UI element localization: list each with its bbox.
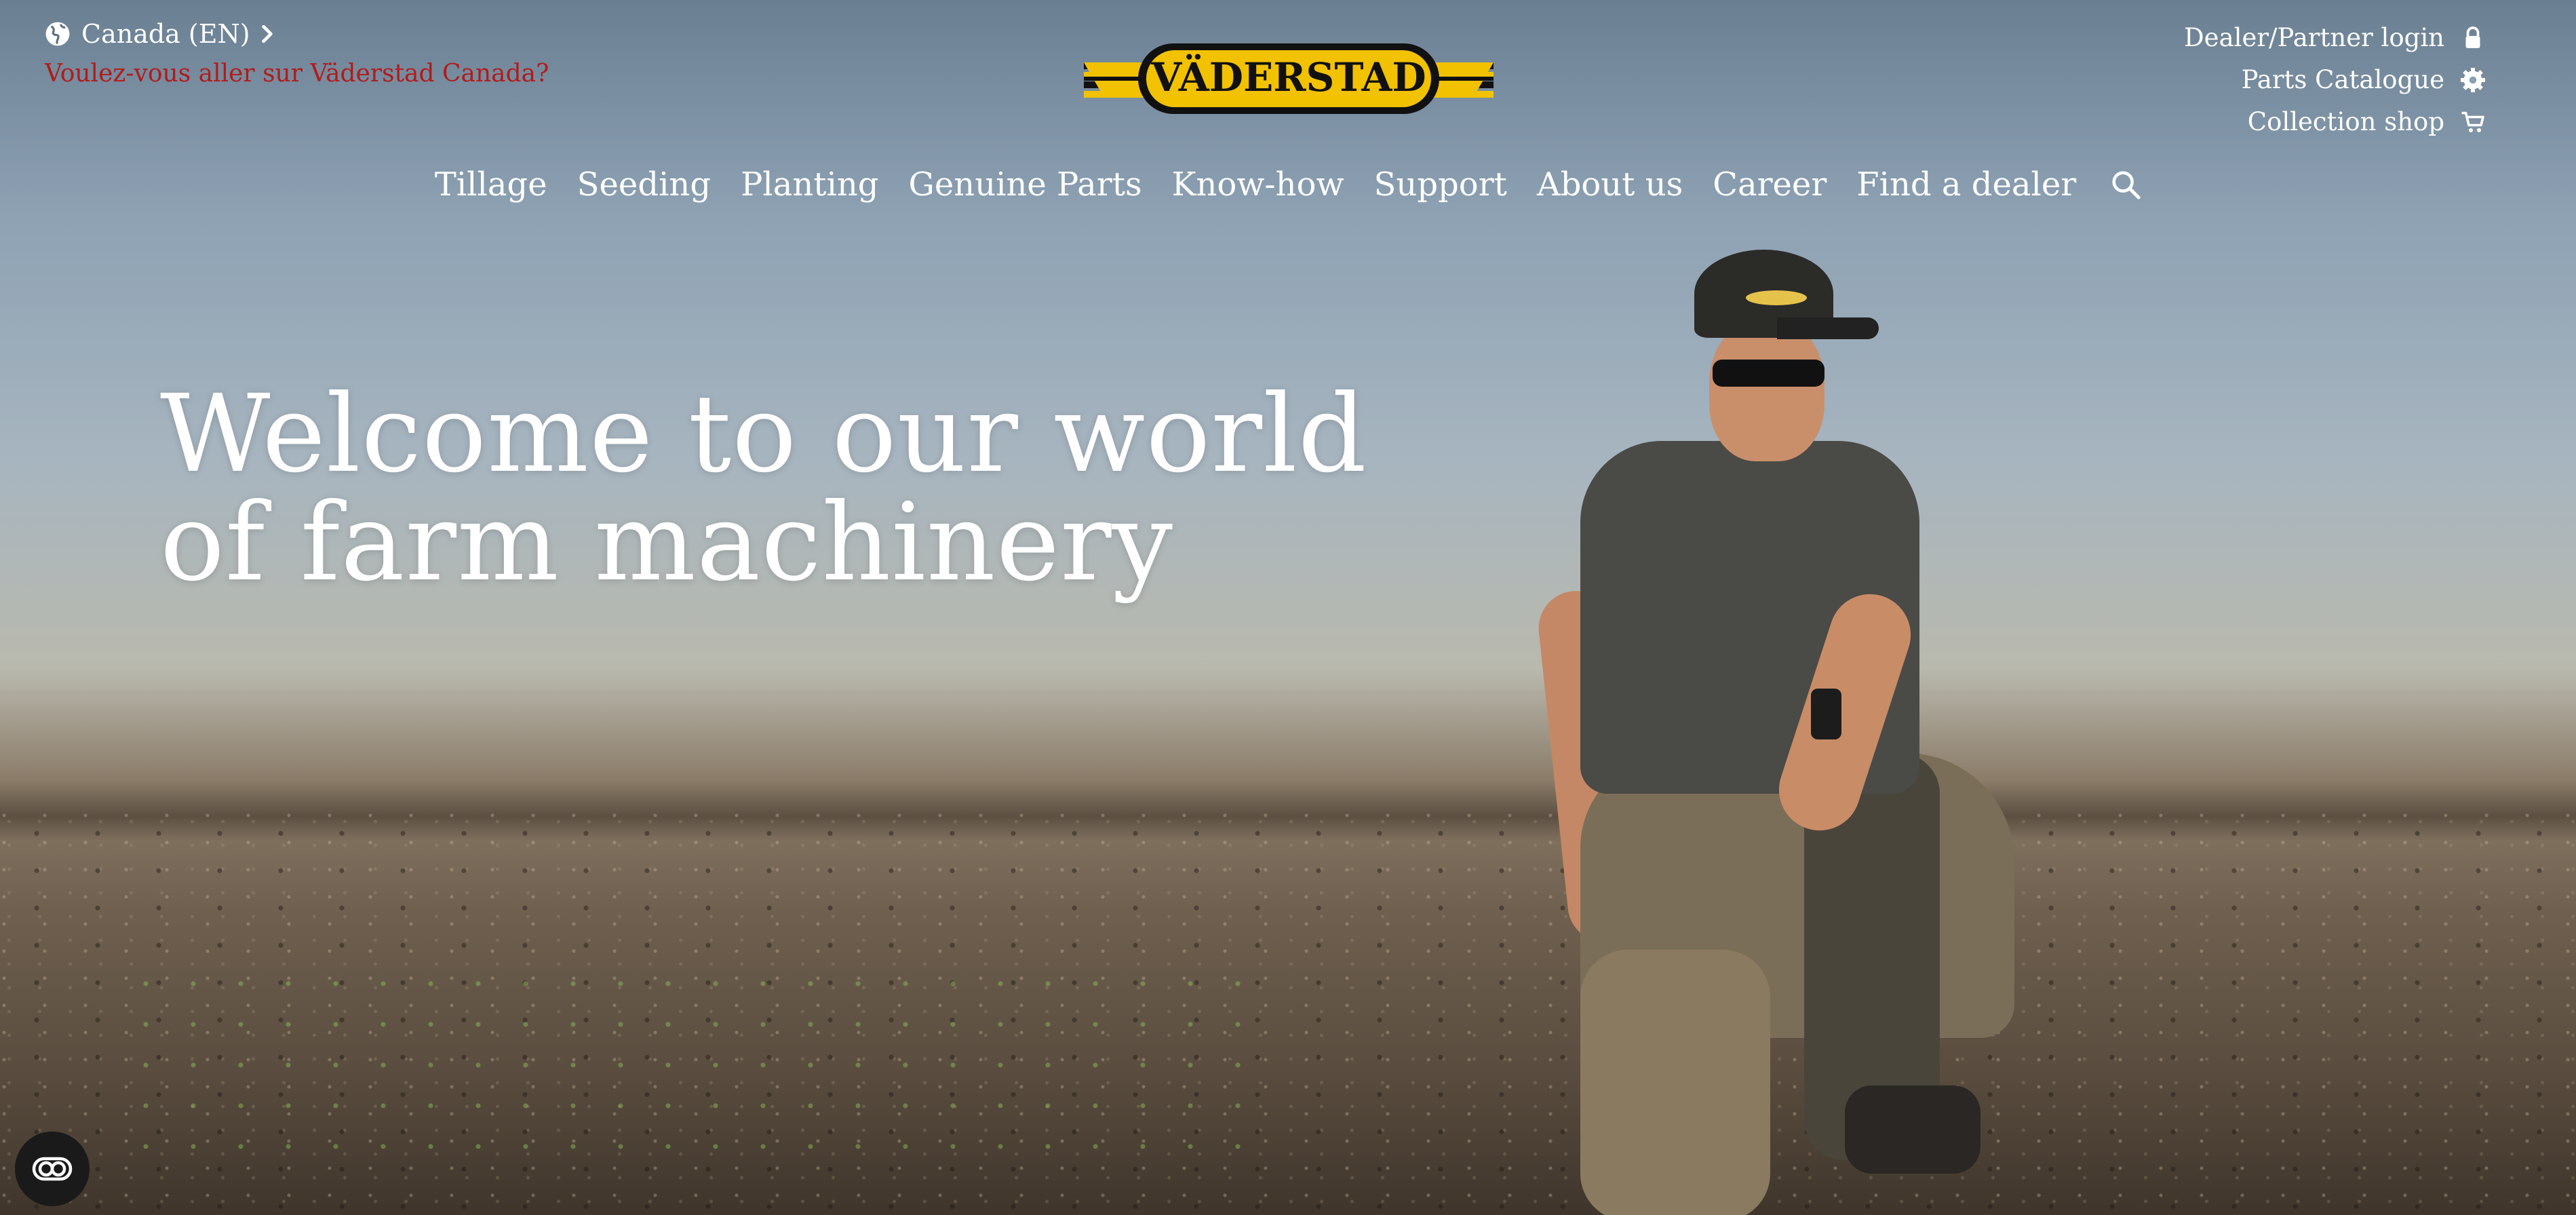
cart-icon (2461, 111, 2484, 132)
farmer-photo (1479, 237, 2075, 1215)
farmer-boot (1845, 1085, 1980, 1174)
parts-catalogue-link[interactable]: Parts Catalogue (2242, 65, 2485, 94)
logo-text: VÄDERSTAD (1150, 54, 1426, 100)
farmer-cap-brim (1777, 317, 1879, 339)
nav-item-career[interactable]: Career (1713, 166, 1827, 204)
dealer-login-label: Dealer/Partner login (2184, 23, 2444, 52)
nav-item-planting[interactable]: Planting (741, 166, 878, 204)
vaderstad-logo[interactable]: VÄDERSTAD (1084, 42, 1494, 115)
farmer-leg (1580, 950, 1770, 1215)
nav-item-seeding[interactable]: Seeding (577, 166, 711, 204)
hero-headline-line-1: Welcome to our world (160, 372, 1367, 497)
globe-icon (45, 22, 70, 46)
locale-selector[interactable]: Canada (EN) (45, 19, 273, 49)
cookie-settings-button[interactable] (15, 1132, 90, 1206)
gear-icon (2461, 67, 2485, 92)
locale-label: Canada (EN) (81, 19, 250, 49)
farmer-cap-logo (1746, 290, 1807, 305)
crop-sprouts (122, 963, 1275, 1167)
dealer-login-link[interactable]: Dealer/Partner login (2184, 23, 2485, 52)
nav-item-about-us[interactable]: About us (1537, 166, 1683, 204)
chevron-right-icon (261, 24, 273, 43)
farmer-watch (1811, 689, 1841, 739)
nav-item-tillage[interactable]: Tillage (435, 166, 547, 204)
cookie-settings-icon (32, 1157, 73, 1181)
farmer-head (1709, 319, 1824, 461)
search-icon[interactable] (2110, 169, 2141, 200)
locale-suggestion-link[interactable]: Voulez-vous aller sur Väderstad Canada? (45, 60, 549, 88)
nav-item-know-how[interactable]: Know-how (1172, 166, 1344, 204)
nav-item-find-a-dealer[interactable]: Find a dealer (1856, 166, 2076, 204)
nav-item-support[interactable]: Support (1374, 166, 1507, 204)
collection-shop-link[interactable]: Collection shop (2248, 107, 2485, 136)
collection-shop-label: Collection shop (2247, 107, 2444, 136)
hero-headline-line-2: of farm machinery (160, 480, 1173, 605)
parts-catalogue-label: Parts Catalogue (2241, 65, 2444, 94)
nav-item-genuine-parts[interactable]: Genuine Parts (909, 166, 1142, 204)
lock-icon (2465, 26, 2480, 48)
hero-headline: Welcome to our world of farm machinery (160, 380, 1367, 597)
main-nav: Tillage Seeding Planting Genuine Parts K… (0, 166, 2576, 204)
farmer-sunglasses (1713, 360, 1824, 387)
